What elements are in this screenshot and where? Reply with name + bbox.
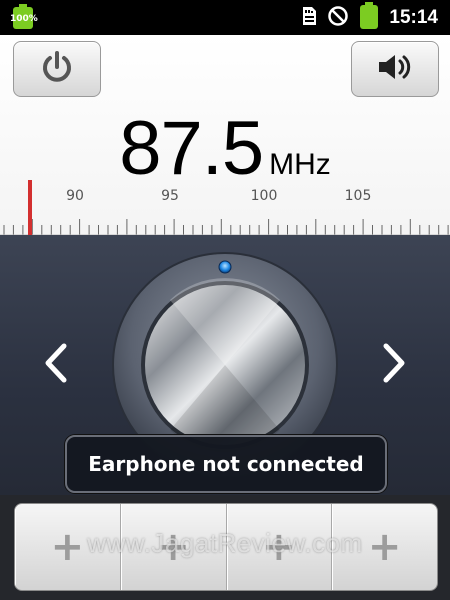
preset-button-4[interactable]: + [332,504,437,590]
tuner-panel: 87.5 MHz 90 95 100 105 [0,35,450,236]
add-icon: + [367,524,402,570]
scale-label: 95 [161,188,179,204]
chevron-right-icon [374,343,414,392]
preset-button-1[interactable]: + [15,504,121,590]
volume-button[interactable] [351,41,439,97]
preset-buttons: + + + + [14,503,438,591]
toast-message: Earphone not connected [65,435,387,493]
chevron-left-icon [36,343,76,392]
scale-label: 100 [251,188,278,204]
status-bar: 100% 15:14 [0,0,450,35]
tuner-led-icon [218,260,232,274]
toast-text: Earphone not connected [88,452,364,476]
add-icon: + [156,524,190,570]
power-icon [39,49,75,89]
previous-station-button[interactable] [36,338,76,388]
frequency-value: 87.5 [119,106,264,191]
frequency-display: 87.5 MHz [0,105,450,192]
speaker-icon [375,52,415,86]
add-icon: + [262,524,296,570]
battery-small-icon: 100% [10,4,38,32]
sd-card-icon [301,6,317,30]
next-station-button[interactable] [374,338,414,388]
scale-label: 105 [345,188,372,204]
add-icon: + [50,524,85,570]
frequency-needle [28,180,32,235]
scale-label: 90 [66,188,84,204]
power-button[interactable] [13,41,101,97]
battery-icon [359,1,379,34]
clock: 15:14 [389,6,438,28]
battery-small-label: 100% [10,14,38,24]
frequency-unit: MHz [269,148,331,181]
no-sign-icon [327,5,349,31]
preset-button-3[interactable]: + [227,504,333,590]
preset-button-2[interactable]: + [121,504,227,590]
